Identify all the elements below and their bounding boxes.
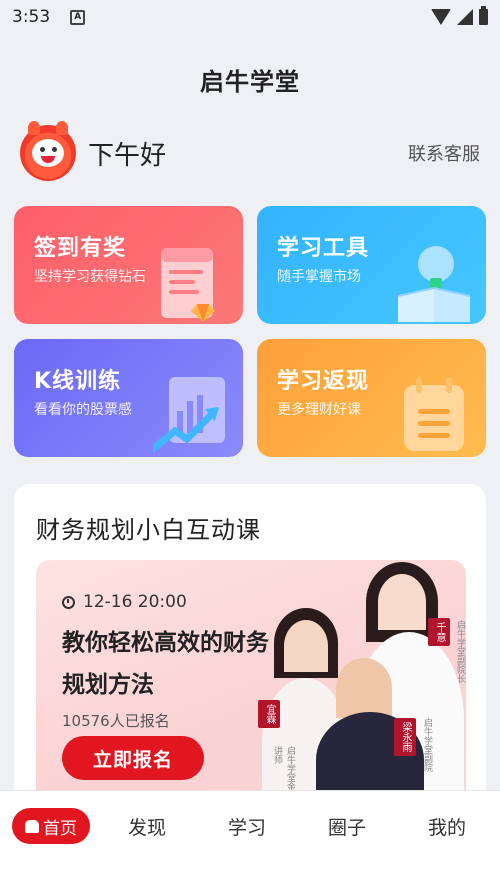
greeting-row: 下午好 联系客服 <box>20 121 480 182</box>
tab-discover[interactable]: 发现 <box>128 813 166 840</box>
tab-home[interactable]: 首页 <box>12 808 90 844</box>
book-bulb-icon <box>397 246 471 322</box>
teacher-3-face <box>336 658 392 718</box>
course-time: 12-16 20:00 <box>62 592 187 612</box>
calendar-list-icon <box>404 377 464 451</box>
tile-kline-training[interactable]: K线训练 看看你的股票感 <box>14 339 243 457</box>
teacher-2-name-tag: 千意 <box>428 618 450 646</box>
signup-count: 10576人已报名 <box>62 712 170 730</box>
course-heading: 财务规划小白互动课 <box>36 516 261 544</box>
tile-learning-tools[interactable]: 学习工具 随手掌握市场 <box>257 206 486 324</box>
greeting-text: 下午好 <box>88 140 167 171</box>
tile-title: 学习工具 <box>277 236 370 261</box>
signup-button[interactable]: 立即报名 <box>62 736 204 780</box>
course-title: 教你轻松高效的财务规划方法 <box>62 630 269 698</box>
tab-study[interactable]: 学习 <box>228 813 266 840</box>
tile-subtitle: 坚持学习获得钻石 <box>34 269 146 285</box>
tile-subtitle: 更多理财好课 <box>277 402 361 418</box>
mascot-eye-right <box>52 147 57 152</box>
bottom-tab-bar: 首页 发现 学习 圈子 我的 <box>0 790 500 888</box>
tile-title: 签到有奖 <box>34 236 127 261</box>
signal-icon <box>457 9 473 25</box>
tab-label: 首页 <box>43 818 77 839</box>
tile-checkin-reward[interactable]: 签到有奖 坚持学习获得钻石 <box>14 206 243 324</box>
tab-circle[interactable]: 圈子 <box>328 813 366 840</box>
tab-mine[interactable]: 我的 <box>428 813 466 840</box>
home-icon <box>25 819 39 833</box>
status-time: 3:53 <box>12 7 51 27</box>
mascot-avatar[interactable] <box>20 121 76 181</box>
teacher-1-face <box>284 620 328 672</box>
teacher-3-name-tag: 梁永雨 <box>394 718 416 756</box>
tile-title: K线训练 <box>34 369 122 394</box>
teacher-1-name-tag: 宜霖 <box>258 700 280 728</box>
mascot-eye-left <box>40 147 45 152</box>
course-card: 财务规划小白互动课 12-16 20:00 教你轻松高效的财务规划方法 1057… <box>14 484 486 804</box>
calendar-gem-icon <box>161 248 215 322</box>
wifi-icon <box>431 9 451 25</box>
mascot-horn-right <box>56 121 68 135</box>
tile-subtitle: 随手掌握市场 <box>277 269 361 285</box>
status-bar: 3:53 A <box>0 0 500 34</box>
status-icons <box>431 6 488 25</box>
tile-title: 学习返现 <box>277 369 370 394</box>
tile-learning-cashback[interactable]: 学习返现 更多理财好课 <box>257 339 486 457</box>
app-title: 启牛学堂 <box>200 68 300 96</box>
chart-arrow-icon <box>153 377 225 453</box>
notification-icon: A <box>70 9 86 25</box>
teacher-3-role: 启牛学堂副院 <box>422 718 432 772</box>
course-time-text: 12-16 20:00 <box>83 592 187 612</box>
course-banner[interactable]: 12-16 20:00 教你轻松高效的财务规划方法 10576人已报名 立即报名… <box>36 560 466 804</box>
battery-icon <box>479 6 488 25</box>
mascot-horn-left <box>28 121 40 135</box>
tile-subtitle: 看看你的股票感 <box>34 402 132 418</box>
contact-service-link[interactable]: 联系客服 <box>408 140 480 166</box>
clock-icon <box>62 595 75 609</box>
teacher-2-role: 启牛学堂副院长 <box>455 620 465 683</box>
teacher-2-face <box>378 574 426 630</box>
